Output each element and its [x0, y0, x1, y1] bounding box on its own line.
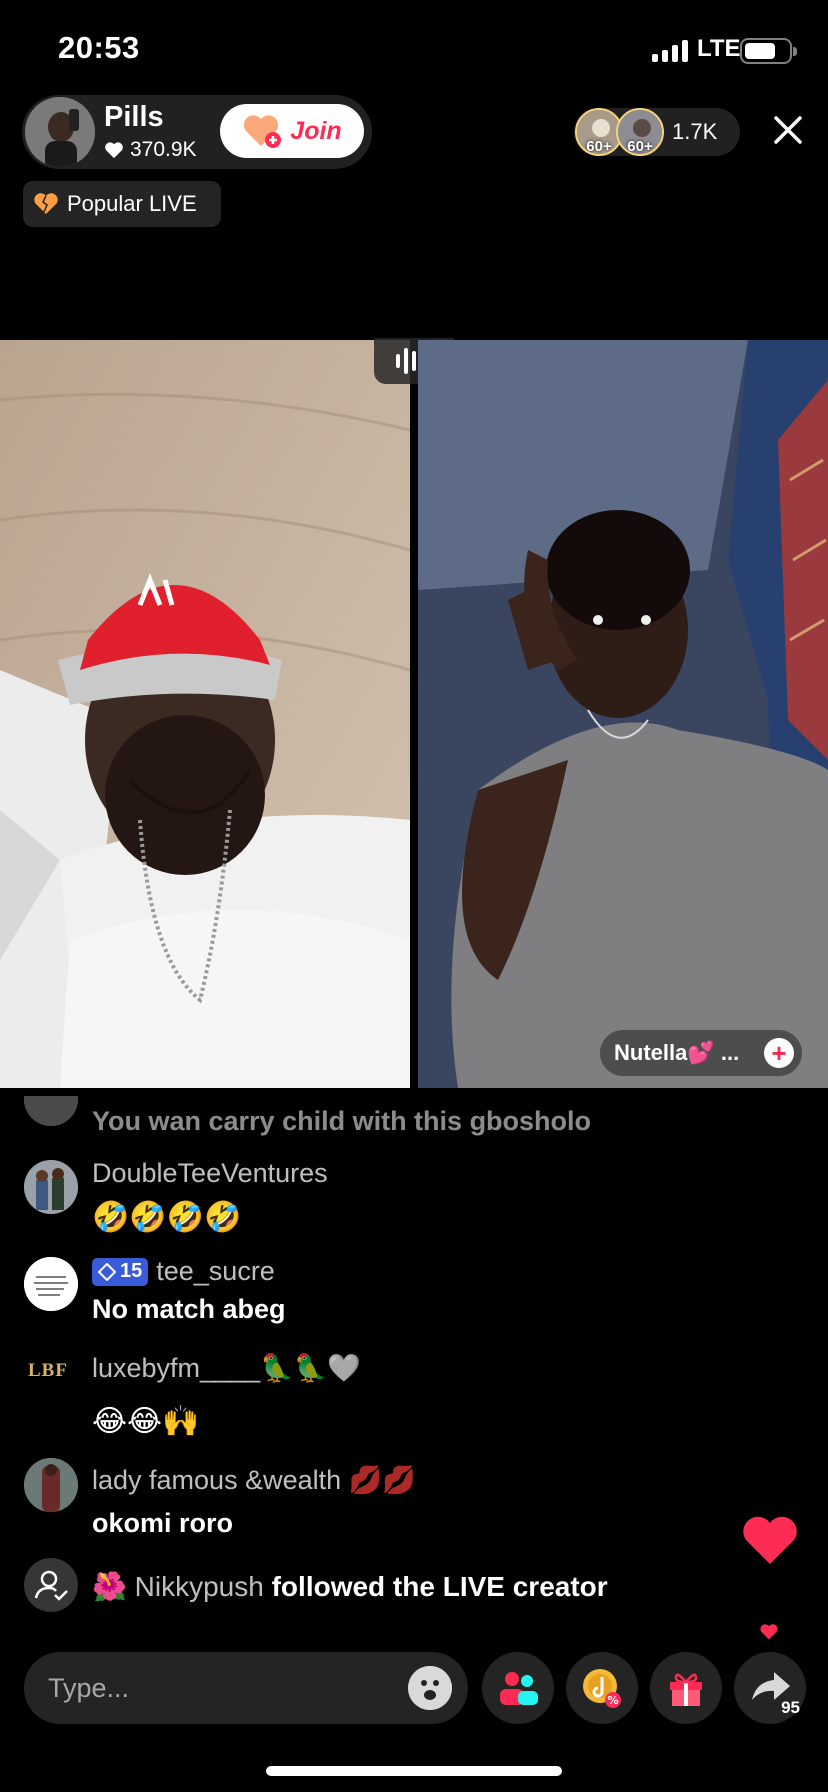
broken-heart-icon	[34, 193, 58, 214]
popular-live-label: Popular LIVE	[67, 191, 197, 216]
status-time: 20:53	[58, 30, 140, 65]
popular-live-badge[interactable]: Popular LIVE	[23, 181, 221, 227]
host-likes: 370.9K	[104, 138, 197, 162]
close-icon[interactable]	[770, 112, 806, 148]
comment-text: okomi roro	[92, 1508, 234, 1538]
share-count: 95	[781, 1698, 800, 1717]
follow-notice-text: followed the LIVE creator	[271, 1571, 608, 1602]
level-number: 15	[120, 1260, 143, 1282]
host-avatar[interactable]	[25, 97, 95, 167]
coin-discount-icon: %	[583, 1669, 621, 1708]
viewer-count[interactable]: 1.7K	[672, 119, 717, 145]
multi-guest-button[interactable]	[482, 1652, 554, 1724]
comment-text: 😂😂🙌	[92, 1405, 200, 1438]
guest-name-tag[interactable]: Nutella💕 ... +	[600, 1030, 802, 1076]
comment-avatar-logo[interactable]: LBF	[28, 1360, 68, 1382]
comment-header: 15 tee_sucre	[92, 1256, 275, 1287]
emoji-icon[interactable]	[408, 1666, 452, 1710]
comment-avatar[interactable]	[24, 1458, 78, 1512]
heart-icon	[105, 142, 123, 159]
signal-icon	[652, 40, 688, 62]
follow-notice-emoji: 🌺	[92, 1571, 127, 1602]
comment-text: No match abeg	[92, 1294, 286, 1324]
small-heart-icon	[760, 1624, 778, 1640]
viewer-avatar[interactable]: 60+	[616, 108, 664, 156]
users-icon	[500, 1672, 538, 1705]
gift-icon	[670, 1673, 702, 1706]
comment-username[interactable]: DoubleTeeVentures	[92, 1158, 328, 1189]
viewer-badge: 60+	[627, 138, 653, 155]
network-label: LTE	[697, 35, 741, 62]
follow-plus-icon[interactable]: +	[764, 1038, 794, 1068]
discount-button[interactable]: %	[566, 1652, 638, 1724]
gift-button[interactable]	[650, 1652, 722, 1724]
split-divider	[410, 340, 418, 1088]
comment-avatar[interactable]	[24, 1160, 78, 1214]
join-button[interactable]: Join	[220, 104, 364, 158]
share-button[interactable]: 95	[734, 1652, 806, 1724]
comment-username[interactable]: luxebyfm____🦜🦜🤍	[92, 1352, 361, 1384]
follow-notice-user[interactable]: Nikkypush	[135, 1571, 264, 1602]
guest-video[interactable]	[418, 340, 828, 1088]
svg-text:%: %	[607, 1694, 618, 1707]
join-label: Join	[290, 116, 342, 145]
home-indicator[interactable]	[266, 1766, 562, 1776]
battery-icon	[740, 38, 797, 64]
heart-plus-icon	[244, 115, 282, 148]
viewer-badge: 60+	[586, 138, 612, 155]
comment-username[interactable]: tee_sucre	[156, 1256, 275, 1287]
host-video[interactable]	[0, 340, 410, 1088]
floating-heart-icon	[743, 1516, 797, 1564]
guest-name: Nutella💕 ...	[614, 1040, 740, 1065]
level-badge: 15	[92, 1257, 149, 1286]
comment-avatar[interactable]	[24, 1257, 78, 1311]
comment-text: You wan carry child with this gbosholo	[92, 1106, 592, 1136]
comment-username[interactable]: lady famous &wealth 💋💋	[92, 1464, 416, 1496]
follow-notice: 🌺 Nikkypush followed the LIVE creator	[92, 1570, 608, 1603]
host-likes-count: 370.9K	[130, 138, 197, 161]
diamond-icon	[98, 1262, 116, 1281]
comment-text: 🤣🤣🤣🤣	[92, 1201, 242, 1234]
comment-avatar[interactable]	[24, 1096, 78, 1126]
follow-notice-icon	[24, 1558, 78, 1612]
host-name: Pills	[104, 101, 164, 133]
comment-input[interactable]	[24, 1652, 468, 1724]
